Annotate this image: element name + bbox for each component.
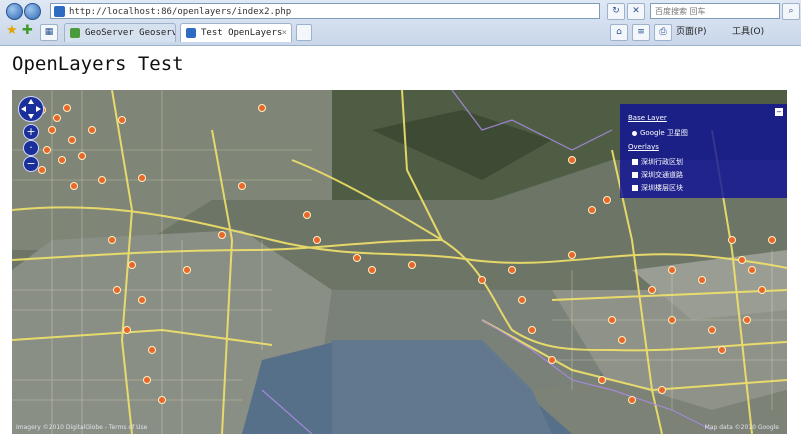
address-text: http://localhost:86/openlayers/index2.ph…: [69, 7, 292, 17]
checkbox-checked-icon[interactable]: [632, 172, 638, 178]
back-button[interactable]: [6, 3, 23, 20]
tools-menu[interactable]: 工具(O): [732, 24, 764, 40]
page-menu[interactable]: 页面(P): [676, 24, 706, 40]
forward-button[interactable]: [24, 3, 41, 20]
zoom-out-button[interactable]: −: [23, 156, 39, 172]
page-tab-icon: [186, 28, 196, 38]
checkbox-checked-icon[interactable]: [632, 185, 638, 191]
add-favorite-icon[interactable]: ✚: [22, 24, 33, 38]
search-input[interactable]: 百度搜索 回车: [650, 3, 780, 19]
base-layer-heading: Base Layer: [628, 114, 667, 122]
checkbox-checked-icon[interactable]: [632, 159, 638, 165]
base-layer-label: Google 卫星图: [640, 129, 688, 137]
pan-down-icon[interactable]: [28, 114, 34, 119]
search-icon[interactable]: ⌕: [782, 3, 800, 20]
layer-switcher: − Base Layer Google 卫星图 Overlays 深圳行政区划 …: [620, 104, 787, 198]
home-icon[interactable]: ⌂: [610, 24, 628, 41]
pan-left-icon[interactable]: [21, 106, 26, 112]
geoserver-tab-icon: [70, 28, 80, 38]
tab-list-icon[interactable]: ▦: [40, 24, 58, 41]
overlay-label: 深圳交通道路: [641, 171, 683, 179]
pan-up-icon[interactable]: [28, 99, 34, 104]
refresh-icon[interactable]: ↻: [607, 3, 625, 20]
minimize-icon[interactable]: −: [775, 108, 783, 116]
address-bar[interactable]: http://localhost:86/openlayers/index2.ph…: [50, 3, 600, 19]
browser-chrome: http://localhost:86/openlayers/index2.ph…: [0, 0, 801, 46]
base-layer-option[interactable]: Google 卫星图: [632, 128, 688, 138]
map-viewport[interactable]: + · − − Base Layer Google 卫星图 Overlays 深…: [12, 90, 787, 434]
stop-icon[interactable]: ✕: [627, 3, 645, 20]
pan-right-icon[interactable]: [36, 106, 41, 112]
overlays-heading: Overlays: [628, 143, 659, 151]
pan-zoom-control: + · −: [18, 96, 44, 172]
pan-control[interactable]: [18, 96, 44, 122]
radio-selected-icon[interactable]: [632, 130, 637, 136]
overlay-option[interactable]: 深圳楼层区块: [632, 183, 683, 193]
overlay-option[interactable]: 深圳行政区划: [632, 157, 683, 167]
new-tab-button[interactable]: [296, 24, 312, 41]
favorites-star-icon[interactable]: ★: [6, 24, 18, 38]
tab-test-openlayers[interactable]: Test OpenLayers ×: [180, 23, 292, 42]
overlay-option[interactable]: 深圳交通道路: [632, 170, 683, 180]
map-attribution[interactable]: Imagery ©2010 DigitalGlobe - Terms of Us…: [16, 424, 147, 431]
page-title: OpenLayers Test: [12, 53, 184, 75]
zoom-in-button[interactable]: +: [23, 124, 39, 140]
zoom-world-button[interactable]: ·: [23, 140, 39, 156]
overlay-label: 深圳楼层区块: [641, 184, 683, 192]
overlay-label: 深圳行政区划: [641, 158, 683, 166]
page-favicon-icon: [54, 6, 65, 17]
map-data-attribution: Map data ©2010 Google: [704, 424, 779, 431]
print-icon[interactable]: ⎙: [654, 24, 672, 41]
feeds-icon[interactable]: ≡: [632, 24, 650, 41]
tab-geoserver[interactable]: GeoServer Geoserver: [64, 23, 176, 42]
tab-label: Test OpenLayers: [201, 28, 283, 38]
tab-label: GeoServer Geoserver: [85, 28, 175, 38]
close-tab-icon[interactable]: ×: [282, 24, 287, 42]
